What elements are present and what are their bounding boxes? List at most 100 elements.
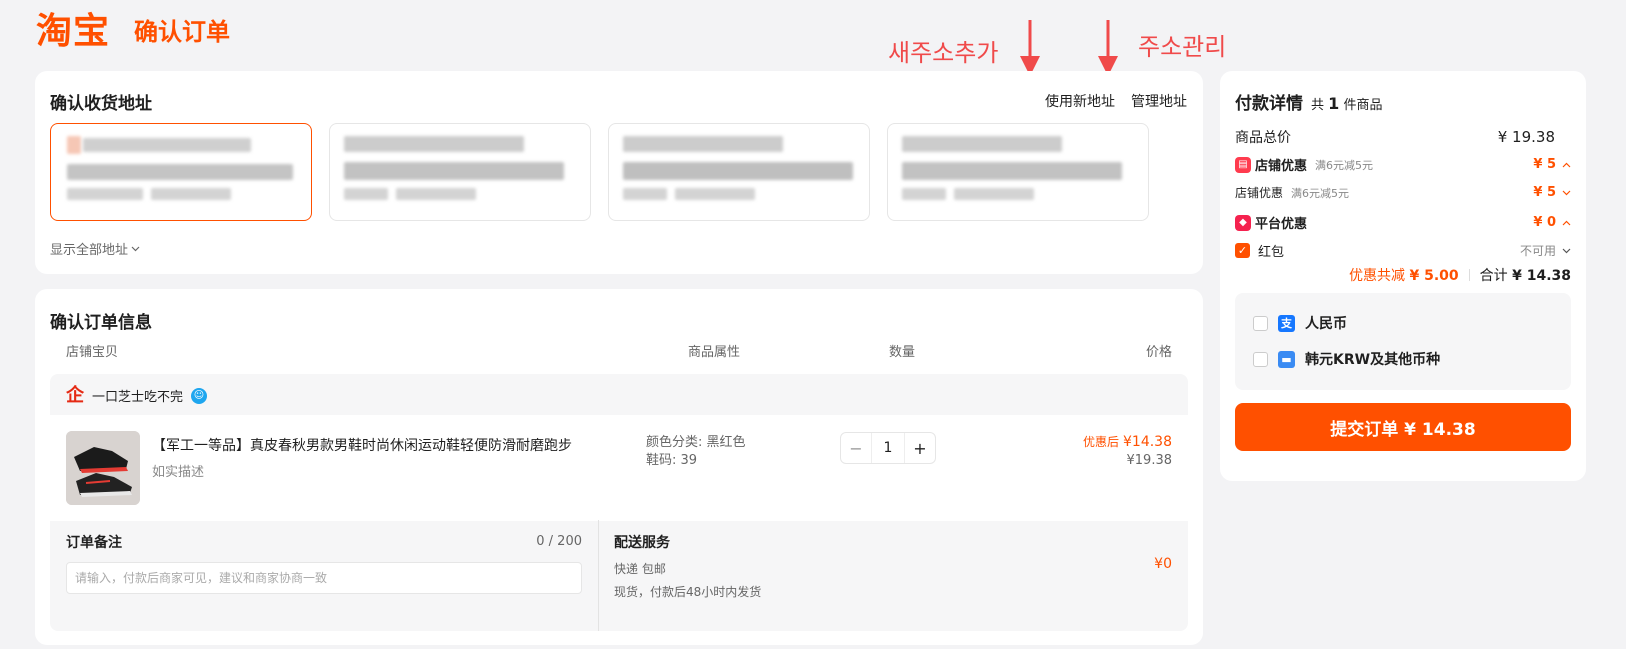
payment-method-box: 支 人民币 ▬ 韩元KRW及其他币种 [1235, 293, 1571, 390]
shipping-title: 配送服务 [614, 535, 670, 551]
shop-discount-rule: 满6元减5元 [1315, 158, 1374, 172]
order-note-section: 订单备注 0 / 200 请输入，付款后商家可见，建议和商家协商一致 [66, 532, 582, 594]
shop-coupon-icon: ▤ [1235, 156, 1251, 173]
payment-title: 付款详情 [1235, 94, 1303, 114]
shop-order-panel: 企 一口芝士吃不完 ☺ 【军工一等品】真皮春秋男款男鞋时尚休闲运动鞋轻便防滑耐磨… [50, 374, 1188, 631]
store-icon: 企 [66, 384, 84, 406]
address-option-1[interactable] [50, 123, 312, 221]
chat-icon[interactable]: ☺ [191, 387, 208, 404]
discounted-price-value: ¥14.38 [1123, 434, 1172, 450]
total-price-label: 商品总价 [1235, 130, 1291, 146]
payment-card: 付款详情 共 1 件商品 商品总价 ¥ 19.38 ▤ 店铺优惠 满6元减5元 … [1220, 71, 1586, 481]
arrow-down-icon [1020, 20, 1040, 76]
saved-label: 优惠共减 [1349, 268, 1406, 284]
platform-discount-label: 平台优惠 [1255, 217, 1308, 232]
quantity-value[interactable]: 1 [871, 433, 905, 463]
chevron-up-icon[interactable] [1562, 220, 1571, 226]
krw-checkbox[interactable] [1253, 351, 1268, 367]
shop-discount-sub-label: 店铺优惠 [1235, 186, 1284, 200]
use-new-address-link[interactable]: 使用新地址 [1045, 91, 1115, 111]
manage-address-link[interactable]: 管理地址 [1131, 91, 1187, 111]
chevron-down-icon [131, 246, 140, 251]
order-item-row: 【军工一等品】真皮春秋男款男鞋时尚休闲运动鞋轻便防滑耐磨跑步 如实描述 颜色分类… [50, 415, 1188, 521]
sum-value: ¥ 14.38 [1512, 268, 1571, 284]
krw-label: 韩元KRW及其他币种 [1305, 352, 1441, 368]
column-header-item: 店铺宝贝 [66, 345, 119, 360]
shipping-method: 快递 包邮 [614, 562, 666, 576]
saved-amount: 优惠共减 ¥ 5.00 [1349, 265, 1459, 285]
product-attr-color: 颜色分类: 黑红色 [646, 435, 746, 450]
total-price-row: 商品总价 ¥ 19.38 [1235, 127, 1571, 147]
section-divider [598, 520, 599, 631]
decrease-button[interactable]: − [841, 439, 871, 458]
column-header-qty: 数量 [889, 345, 916, 360]
shop-discount-value-wrap: ¥ 5 [1533, 157, 1571, 172]
total-price-value: ¥ 19.38 [1497, 128, 1555, 146]
shipping-desc: 现货，付款后48小时内发货 [614, 585, 762, 599]
sum-amount: 合计 ¥ 14.38 [1480, 265, 1571, 285]
red-packet-label: 红包 [1258, 245, 1285, 260]
show-all-label: 显示全部地址 [50, 243, 129, 258]
address-option-2[interactable] [329, 123, 591, 221]
address-option-4[interactable] [887, 123, 1149, 221]
summary-separator [1468, 269, 1470, 281]
product-thumbnail[interactable] [66, 431, 140, 505]
quantity-stepper: − 1 + [840, 432, 936, 464]
shop-discount-sub-rule: 满6元减5元 [1291, 186, 1350, 200]
order-section-title: 确认订单信息 [50, 313, 152, 333]
count-prefix: 共 [1311, 98, 1325, 113]
show-all-addresses-link[interactable]: 显示全部地址 [50, 239, 140, 258]
payment-method-cny[interactable]: 支 人民币 [1253, 313, 1347, 333]
address-links: 使用新地址 管理地址 [1045, 91, 1187, 111]
discounted-price: 优惠后 ¥14.38 [1083, 433, 1172, 450]
annotation-add-address: 새주소추가 [888, 39, 999, 67]
cny-checkbox[interactable] [1253, 315, 1268, 331]
order-note-input[interactable]: 请输入，付款后商家可见，建议和商家协商一致 [66, 562, 582, 594]
discounted-price-label: 优惠后 [1082, 435, 1119, 449]
annotation-manage-address: 주소관리 [1138, 33, 1227, 61]
order-note-count: 0 / 200 [536, 534, 582, 549]
payment-summary: 优惠共减 ¥ 5.00 合计 ¥ 14.38 [1349, 265, 1571, 285]
shop-discount-sub-value-wrap: ¥ 5 [1533, 185, 1571, 200]
card-icon: ▬ [1278, 350, 1295, 368]
product-attr-size: 鞋码: 39 [646, 453, 698, 468]
taobao-logo[interactable]: 淘宝 [36, 10, 110, 54]
shop-name[interactable]: 一口芝士吃不完 [92, 386, 183, 405]
shop-discount-value: ¥ 5 [1533, 157, 1556, 172]
platform-discount-row[interactable]: ◆ 平台优惠 ¥ 0 [1235, 213, 1571, 232]
shoe-image [66, 431, 140, 505]
sum-label: 合计 [1479, 268, 1508, 284]
shipping-price: ¥0 [1154, 556, 1172, 572]
increase-button[interactable]: + [905, 439, 935, 458]
order-note-title: 订单备注 [66, 535, 122, 551]
shop-discount-label: 店铺优惠 [1255, 159, 1308, 174]
chevron-up-icon[interactable] [1562, 162, 1571, 168]
address-option-3[interactable] [608, 123, 870, 221]
platform-discount-value: ¥ 0 [1533, 215, 1556, 230]
order-card: 确认订单信息 店铺宝贝 商品属性 数量 价格 企 一口芝士吃不完 ☺ 【军工一等… [35, 289, 1203, 645]
payment-method-krw[interactable]: ▬ 韩元KRW及其他币种 [1253, 349, 1440, 369]
submit-order-button[interactable]: 提交订单 ¥ 14.38 [1235, 403, 1571, 451]
cny-label: 人民币 [1305, 316, 1347, 332]
shop-discount-row[interactable]: ▤ 店铺优惠 满6元减5元 ¥ 5 [1235, 155, 1571, 174]
page-title: 确认订单 [134, 18, 230, 46]
alipay-icon: 支 [1278, 314, 1295, 332]
payment-item-count: 共 1 件商品 [1311, 94, 1382, 113]
address-section-title: 确认收货地址 [50, 94, 152, 114]
shop-discount-sub-row[interactable]: 店铺优惠 满6元减5元 ¥ 5 [1235, 184, 1571, 201]
chevron-down-icon[interactable] [1562, 190, 1571, 196]
count-value: 1 [1328, 94, 1340, 113]
column-header-attrs: 商品属性 [688, 345, 741, 360]
red-packet-checkbox[interactable]: ✓ [1235, 243, 1250, 258]
column-header-price: 价格 [1145, 345, 1172, 360]
product-desc: 如实描述 [152, 465, 205, 480]
shipping-section: 配送服务 快递 包邮 现货，付款后48小时内发货 ¥0 [614, 532, 1172, 600]
address-card: 确认收货地址 使用新地址 管理地址 显示全部地址 [35, 71, 1203, 274]
shop-discount-sub-value: ¥ 5 [1533, 185, 1556, 200]
red-packet-row[interactable]: ✓ 红包 不可用 [1235, 241, 1571, 260]
count-suffix: 件商品 [1343, 98, 1383, 113]
shop-row: 企 一口芝士吃不完 ☺ [66, 384, 208, 406]
chevron-down-icon[interactable] [1562, 248, 1571, 254]
payment-header: 付款详情 共 1 件商品 [1235, 89, 1382, 114]
product-title[interactable]: 【军工一等品】真皮春秋男款男鞋时尚休闲运动鞋轻便防滑耐磨跑步 [152, 435, 572, 455]
